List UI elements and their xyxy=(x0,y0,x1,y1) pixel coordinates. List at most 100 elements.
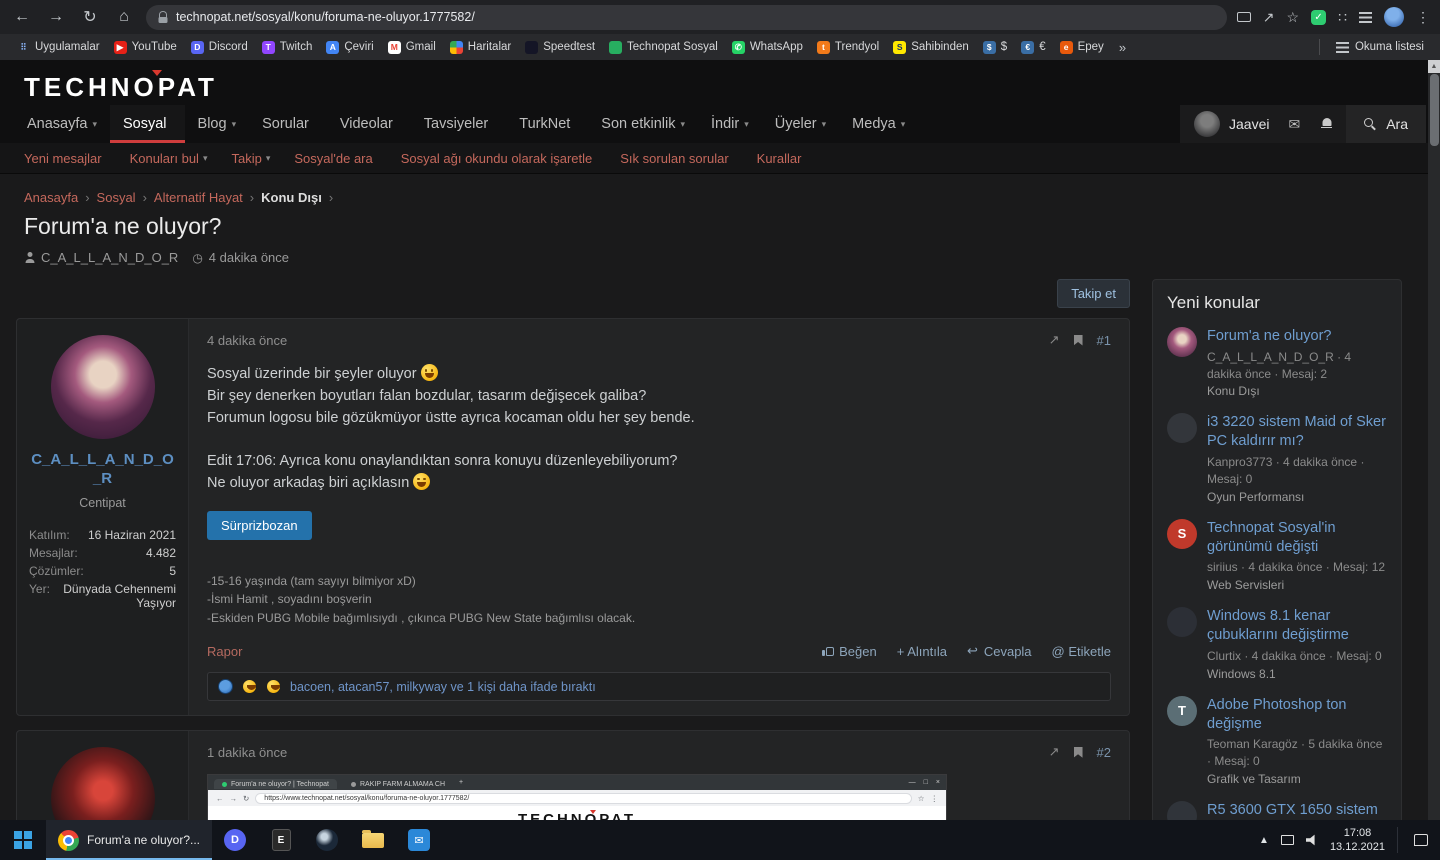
quote-button[interactable]: + Alıntıla xyxy=(897,643,947,659)
topic-category[interactable]: Grafik ve Tasarım xyxy=(1207,772,1387,786)
clock[interactable]: 17:08 13.12.2021 xyxy=(1330,826,1385,855)
bookmark-item[interactable]: S Sahibinden xyxy=(886,39,976,56)
discord-taskbar-button[interactable]: D xyxy=(212,820,258,860)
cast-icon[interactable] xyxy=(1236,12,1251,22)
post-number[interactable]: #1 xyxy=(1097,333,1111,348)
address-bar[interactable]: technopat.net/sosyal/konu/foruma-ne-oluy… xyxy=(146,4,1227,30)
sidebar-topic[interactable]: Forum'a ne oluyor? C_A_L_L_A_N_D_O_R · 4… xyxy=(1167,327,1387,398)
bookmark-icon[interactable] xyxy=(1073,746,1083,758)
volume-icon[interactable] xyxy=(1305,834,1315,846)
topic-category[interactable]: Web Servisleri xyxy=(1207,578,1387,592)
subnav-item[interactable]: Sosyal ağı okundu olarak işaretle xyxy=(401,151,597,166)
thread-author[interactable]: C_A_L_L_A_N_D_O_R xyxy=(41,250,178,265)
steam-taskbar-button[interactable] xyxy=(304,820,350,860)
nav-item[interactable]: Son etkinlik ▾ xyxy=(588,105,698,143)
nav-item[interactable]: Tavsiyeler xyxy=(411,105,506,143)
topic-category[interactable]: Windows 8.1 xyxy=(1207,667,1387,681)
alerts-bell-icon[interactable] xyxy=(1321,118,1333,130)
breadcrumb-link[interactable]: Alternatif Hayat xyxy=(154,190,243,205)
nav-item[interactable]: Sosyal xyxy=(110,105,185,143)
network-icon[interactable] xyxy=(1280,835,1294,845)
nav-item[interactable]: Anasayfa ▾ xyxy=(14,105,110,143)
bookmarks-overflow-chevron[interactable]: » xyxy=(1111,40,1134,55)
bookmark-item[interactable]: € € xyxy=(1014,39,1052,56)
search-button[interactable]: Ara xyxy=(1346,105,1426,143)
extensions-icon[interactable]: ∷ xyxy=(1338,9,1347,26)
reply-button[interactable]: ↩ Cevapla xyxy=(967,643,1032,659)
post-time[interactable]: 4 dakika önce xyxy=(207,333,287,348)
avatar[interactable] xyxy=(50,747,155,820)
like-button[interactable]: Beğen xyxy=(822,643,877,659)
bookmark-star-icon[interactable]: ☆ xyxy=(1287,9,1300,26)
breadcrumb-link[interactable]: Sosyal xyxy=(97,190,136,205)
epic-games-taskbar-button[interactable]: E xyxy=(258,820,304,860)
nav-item[interactable]: İndir ▾ xyxy=(698,105,762,143)
sidebar-topic[interactable]: i3 3220 sistem Maid of Sker PC kaldırır … xyxy=(1167,413,1387,504)
bookmark-item[interactable]: Haritalar xyxy=(443,39,518,56)
home-icon[interactable]: ⌂ xyxy=(112,5,136,29)
back-icon[interactable]: ← xyxy=(10,5,34,29)
subnav-item[interactable]: Yeni mesajlar xyxy=(24,151,106,166)
bookmark-item[interactable]: Technopat Sosyal xyxy=(602,39,725,56)
adblock-shield-icon[interactable]: ✓ xyxy=(1311,9,1327,25)
breadcrumb-current[interactable]: Konu Dışı xyxy=(261,190,322,205)
chrome-taskbar-button[interactable]: Forum'a ne oluyor?... xyxy=(46,820,213,860)
share-icon[interactable]: ↗ xyxy=(1049,744,1060,760)
account-button[interactable]: Jaavei ✉ xyxy=(1180,105,1347,143)
post-author[interactable]: C_A_L_L_A_N_D_O_R xyxy=(29,451,176,489)
spoiler-button[interactable]: Sürprizbozan xyxy=(207,510,312,540)
scrollbar-thumb[interactable] xyxy=(1429,74,1439,146)
topic-title[interactable]: Windows 8.1 kenar çubuklarını değiştirme xyxy=(1207,607,1387,645)
nav-item[interactable]: Blog ▾ xyxy=(185,105,250,143)
action-center-icon[interactable] xyxy=(1414,834,1428,846)
reading-list-icon[interactable] xyxy=(1359,11,1372,23)
reading-list-button[interactable]: Okuma listesi xyxy=(1330,39,1430,55)
bookmark-item[interactable]: t Trendyol xyxy=(810,39,886,56)
bookmark-item[interactable]: T Twitch xyxy=(255,39,320,56)
file-explorer-taskbar-button[interactable] xyxy=(350,820,396,860)
subnav-item[interactable]: Sık sorulan sorular xyxy=(620,151,732,166)
reactions-text[interactable]: bacoen, atacan57, milkyway ve 1 kişi dah… xyxy=(290,680,596,694)
bookmark-icon[interactable] xyxy=(1073,334,1083,346)
bookmark-item[interactable]: M Gmail xyxy=(381,39,443,56)
subnav-item[interactable]: Sosyal'de ara xyxy=(294,151,376,166)
start-button[interactable] xyxy=(0,820,46,860)
inbox-mail-icon[interactable]: ✉ xyxy=(1288,116,1300,133)
forward-icon[interactable]: → xyxy=(44,5,68,29)
subnav-item[interactable]: Takip ▾ xyxy=(231,151,270,166)
sidebar-topic[interactable]: T Adobe Photoshop ton değişme Teoman Kar… xyxy=(1167,695,1387,786)
topic-title[interactable]: i3 3220 sistem Maid of Sker PC kaldırır … xyxy=(1207,413,1387,451)
bookmark-item[interactable]: $ $ xyxy=(976,39,1014,56)
site-logo[interactable]: TECHNOPAT xyxy=(24,70,218,103)
bookmark-item[interactable]: D Discord xyxy=(184,39,255,56)
nav-item[interactable]: Videolar xyxy=(327,105,411,143)
bookmark-item[interactable]: ⠿ Uygulamalar xyxy=(10,39,107,56)
share-icon[interactable]: ↗ xyxy=(1263,9,1275,26)
bookmark-item[interactable]: e Epey xyxy=(1053,39,1111,56)
bookmark-item[interactable]: Speedtest xyxy=(518,39,602,56)
subnav-item[interactable]: Konuları bul ▾ xyxy=(130,151,208,166)
report-link[interactable]: Rapor xyxy=(207,644,242,659)
nav-item[interactable]: Sorular xyxy=(249,105,327,143)
sidebar-topic[interactable]: Windows 8.1 kenar çubuklarını değiştirme… xyxy=(1167,607,1387,681)
sidebar-topic[interactable]: R5 3600 GTX 1650 sistem önerisi xyxy=(1167,800,1387,820)
post-number[interactable]: #2 xyxy=(1097,745,1111,760)
bookmark-item[interactable]: A Çeviri xyxy=(319,39,380,56)
tray-expand-icon[interactable]: ▲ xyxy=(1259,835,1269,846)
bookmark-item[interactable]: ▶ YouTube xyxy=(107,39,184,56)
bookmark-item[interactable]: ✆ WhatsApp xyxy=(725,39,810,56)
attached-screenshot-image[interactable]: Forum'a ne oluyor? | Technopat RAKIP FAR… xyxy=(207,774,947,820)
topic-title[interactable]: R5 3600 GTX 1650 sistem önerisi xyxy=(1207,801,1387,820)
topic-title[interactable]: Technopat Sosyal'in görünümü değişti xyxy=(1207,519,1387,557)
nav-item[interactable]: Medya ▾ xyxy=(839,105,918,143)
sidebar-topic[interactable]: S Technopat Sosyal'in görünümü değişti s… xyxy=(1167,518,1387,592)
follow-button[interactable]: Takip et xyxy=(1057,279,1130,308)
topic-category[interactable]: Konu Dışı xyxy=(1207,384,1387,398)
reload-icon[interactable]: ↻ xyxy=(78,5,102,29)
mail-taskbar-button[interactable]: ✉ xyxy=(396,820,442,860)
share-icon[interactable]: ↗ xyxy=(1049,332,1060,348)
browser-menu-icon[interactable]: ⋮ xyxy=(1416,9,1430,26)
breadcrumb-link[interactable]: Anasayfa xyxy=(24,190,78,205)
avatar[interactable] xyxy=(50,335,155,439)
nav-item[interactable]: Üyeler ▾ xyxy=(762,105,839,143)
